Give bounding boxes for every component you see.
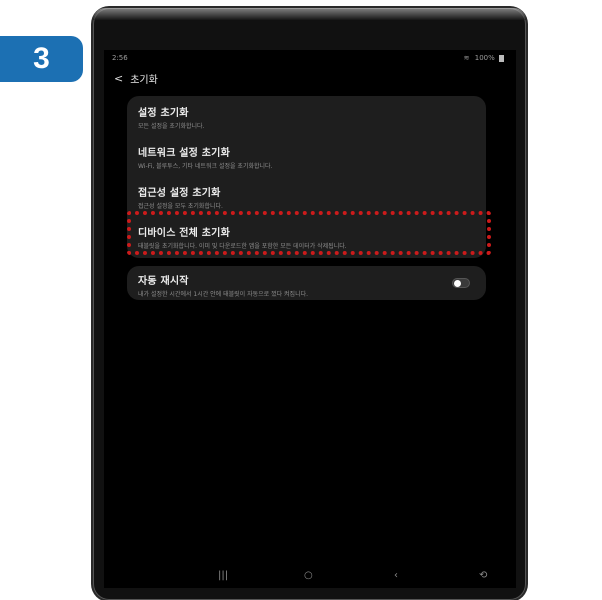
item-title: 네트워크 설정 초기화 — [138, 148, 230, 159]
reset-accessibility-item[interactable]: 접근성 설정 초기화 접근성 설정을 모두 초기화합니다. — [138, 184, 478, 210]
item-subtitle: Wi-Fi, 블루투스, 기타 네트워크 설정을 초기화합니다. — [138, 163, 273, 170]
factory-reset-highlight — [127, 211, 491, 255]
back-button[interactable]: ‹ — [394, 570, 398, 581]
tablet-top-edge — [93, 8, 526, 20]
recents-button[interactable]: ||| — [218, 570, 228, 581]
tablet-screen: 2:56 ≋ 100% < 초기화 설정 초기화 모든 설정을 초기화합니다. … — [104, 50, 516, 588]
wifi-icon: ≋ — [463, 54, 470, 62]
auto-restart-item[interactable]: 자동 재시작 내가 설정한 시간에서 1시간 안에 태블릿이 자동으로 껐다 켜… — [138, 272, 438, 298]
reset-network-item[interactable]: 네트워크 설정 초기화 Wi-Fi, 블루투스, 기타 네트워크 설정을 초기화… — [138, 144, 478, 170]
page-title: 초기화 — [130, 74, 158, 86]
item-subtitle: 접근성 설정을 모두 초기화합니다. — [138, 203, 223, 210]
reset-settings-item[interactable]: 설정 초기화 모든 설정을 초기화합니다. — [138, 104, 478, 130]
status-right: ≋ 100% — [464, 50, 504, 66]
navigation-bar: ||| ○ ‹ ⟲ — [104, 566, 516, 588]
item-title: 설정 초기화 — [138, 108, 189, 119]
step-number-badge: 3 — [0, 36, 83, 82]
battery-icon — [499, 54, 504, 62]
auto-restart-toggle[interactable] — [452, 278, 470, 288]
battery-percent: 100% — [474, 54, 495, 62]
item-title: 자동 재시작 — [138, 276, 189, 287]
item-subtitle: 모든 설정을 초기화합니다. — [138, 123, 205, 130]
status-bar: 2:56 ≋ 100% — [104, 50, 516, 66]
page-header: < 초기화 — [114, 68, 158, 88]
auto-restart-card[interactable]: 자동 재시작 내가 설정한 시간에서 1시간 안에 태블릿이 자동으로 껐다 켜… — [127, 266, 486, 300]
item-subtitle: 내가 설정한 시간에서 1시간 안에 태블릿이 자동으로 껐다 켜집니다. — [138, 291, 309, 298]
chevron-left-icon[interactable]: < — [114, 72, 123, 85]
toggle-knob — [454, 280, 461, 287]
item-title: 접근성 설정 초기화 — [138, 188, 221, 199]
status-time: 2:56 — [112, 54, 128, 62]
rotate-icon[interactable]: ⟲ — [479, 570, 487, 581]
home-button[interactable]: ○ — [304, 570, 313, 581]
